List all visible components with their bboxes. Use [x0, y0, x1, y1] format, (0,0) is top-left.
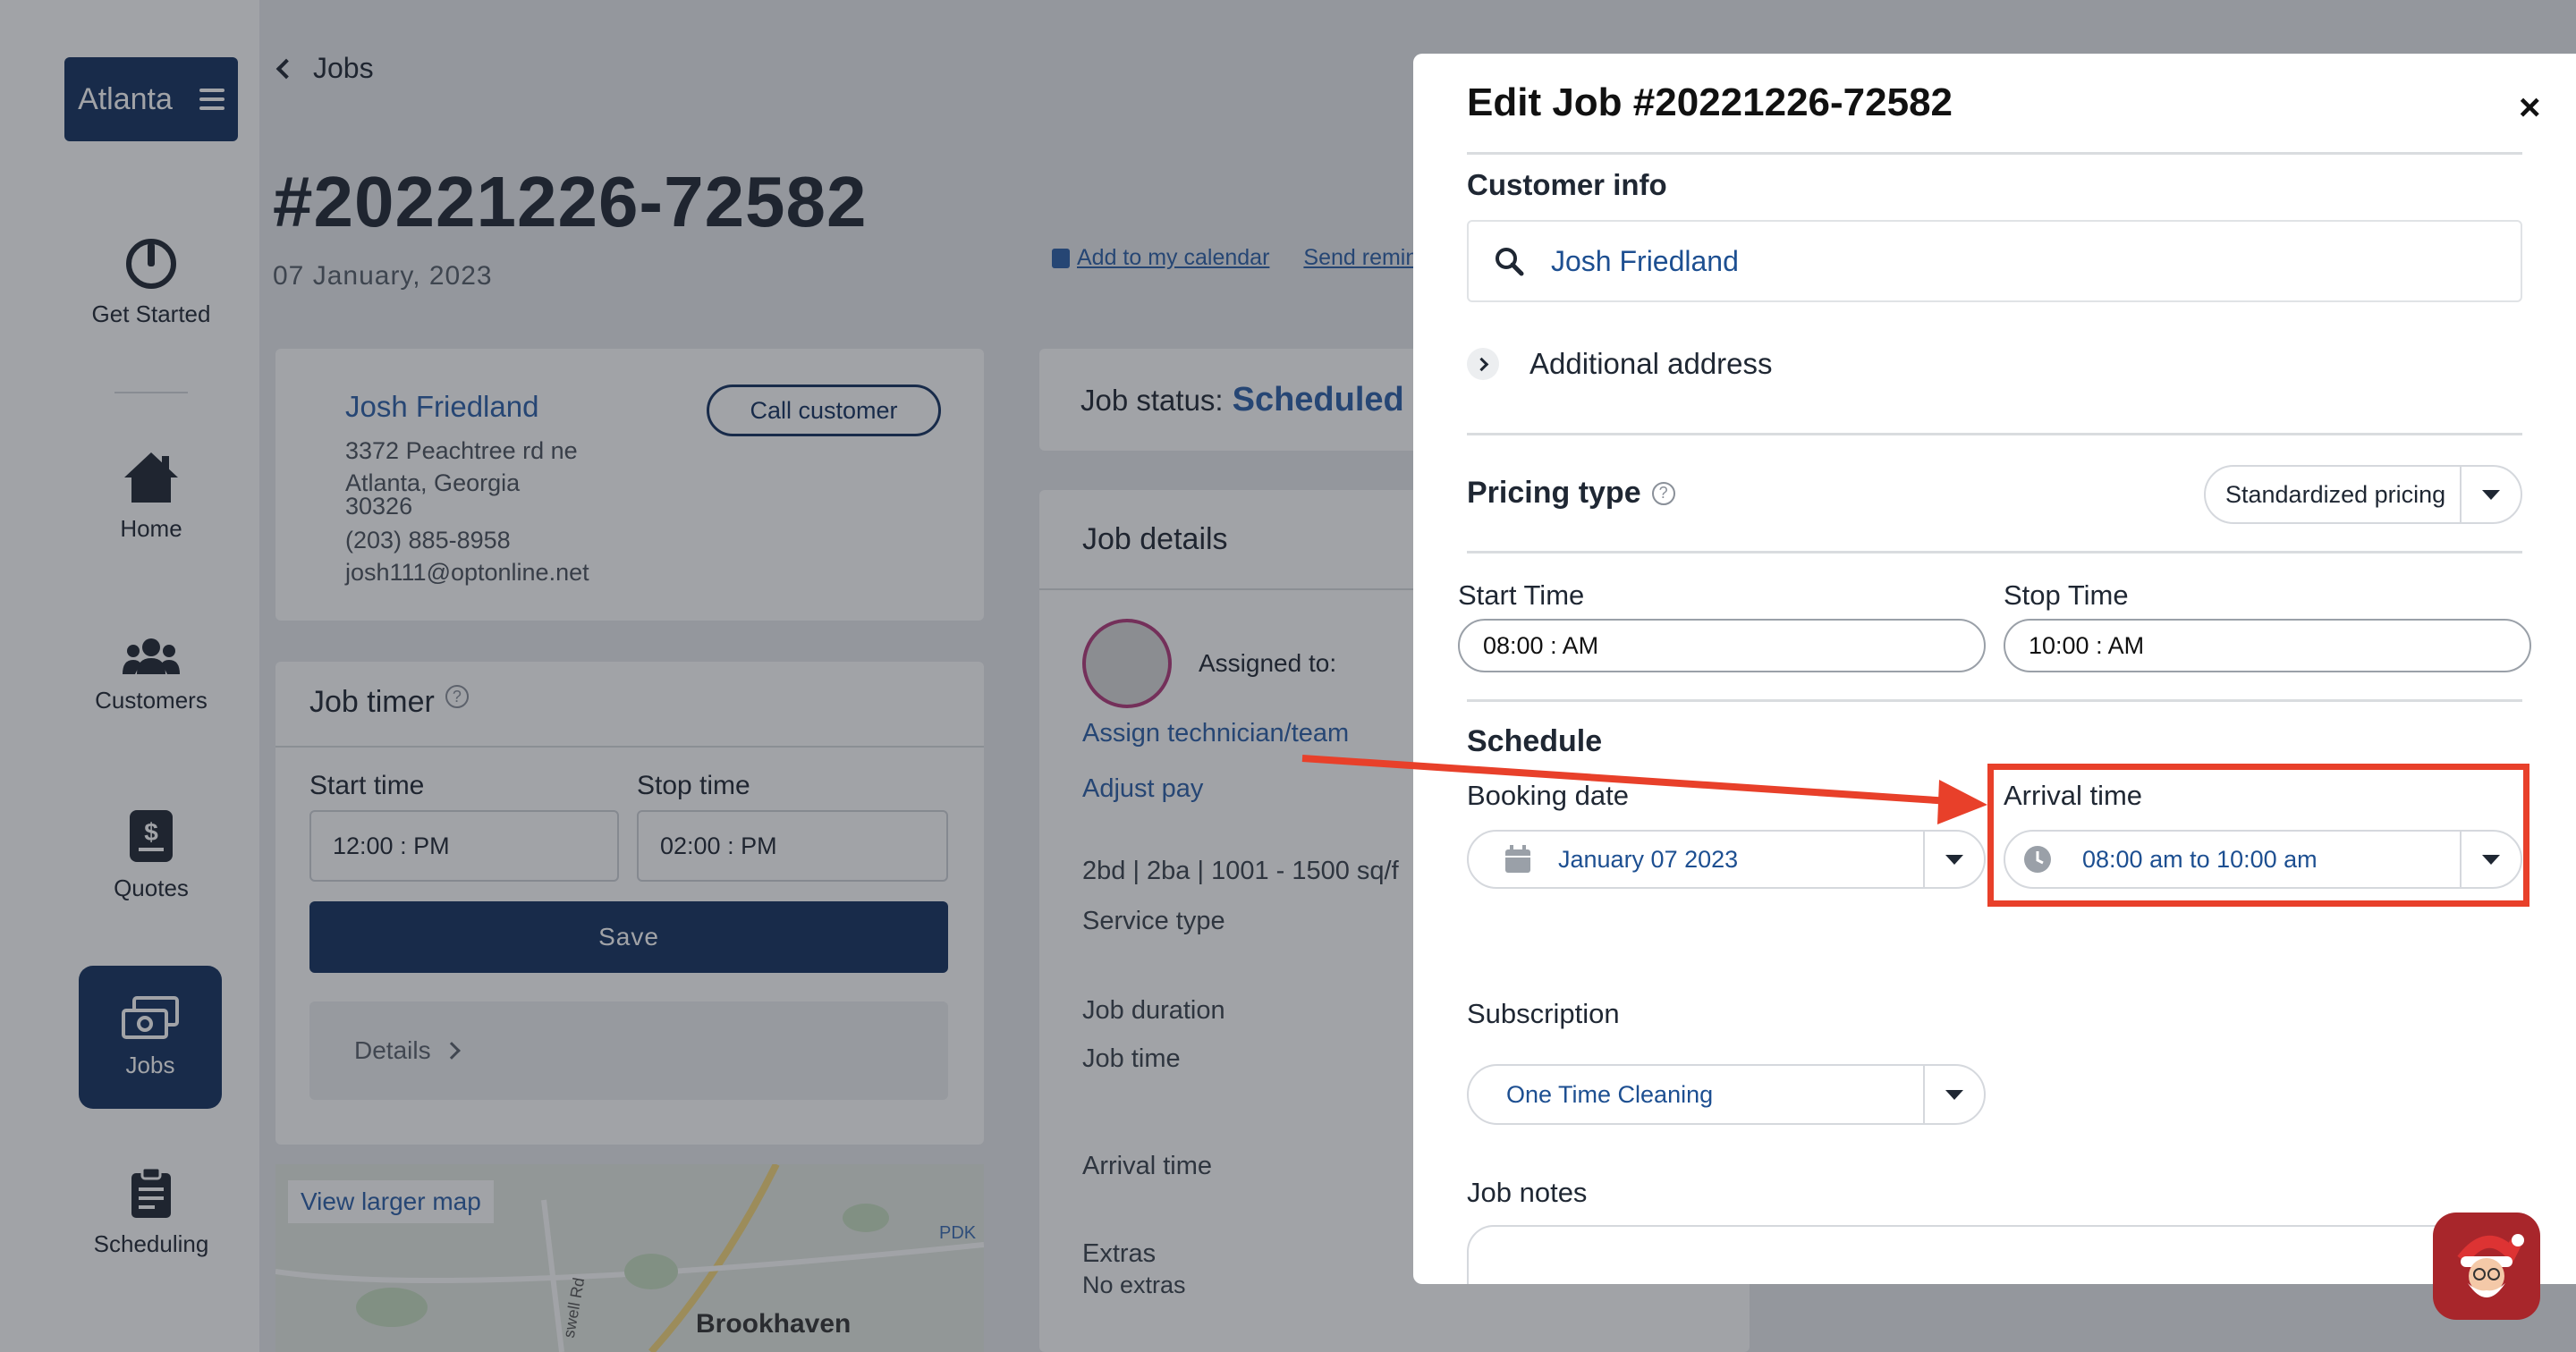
annotation-arrow: [1301, 755, 1987, 824]
chat-widget-button[interactable]: [2433, 1213, 2540, 1320]
santa-avatar-icon: [2457, 1234, 2524, 1297]
